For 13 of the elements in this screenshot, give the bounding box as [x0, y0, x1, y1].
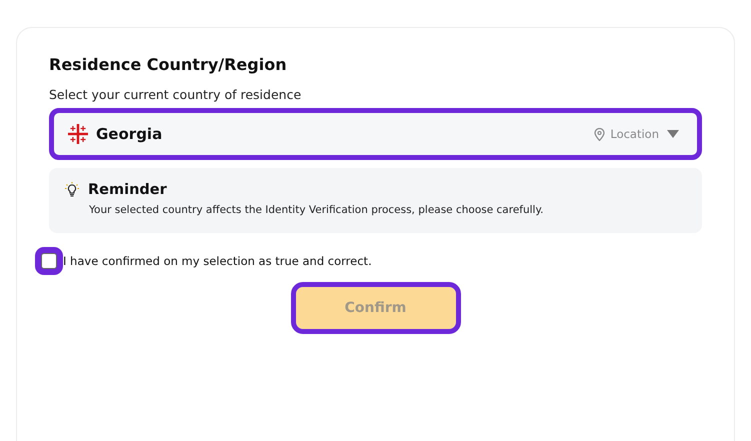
country-select[interactable]: Georgia Location: [49, 108, 702, 160]
checkbox-label: I have confirmed on my selection as true and correct.: [63, 254, 372, 268]
location-label: Location: [610, 127, 659, 141]
caret-icon: [667, 130, 679, 138]
reminder-title: Reminder: [88, 182, 167, 198]
lightbulb-icon: [65, 182, 79, 198]
section-title: Residence Country/Region: [49, 55, 287, 74]
field-label: Select your current country of residence: [49, 87, 302, 102]
reminder-text: Your selected country affects the Identity Verification process, please choose carefully.: [89, 204, 544, 216]
confirmation-checkbox[interactable]: [41, 253, 57, 269]
flag-icon: [68, 124, 88, 144]
country-value: Georgia: [96, 125, 164, 143]
location-pin-icon: [594, 128, 606, 140]
